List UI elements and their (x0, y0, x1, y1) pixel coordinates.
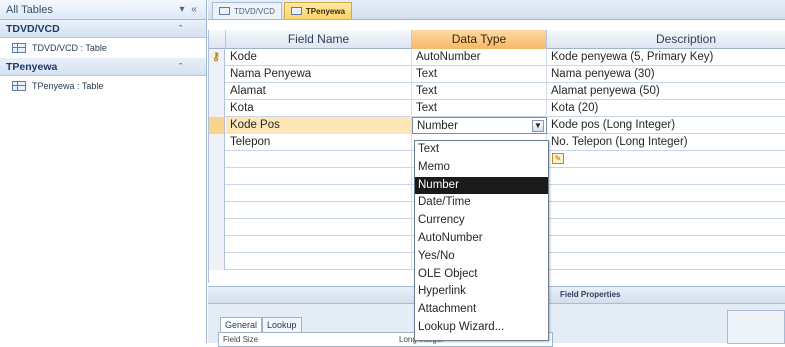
builder-icon[interactable]: ✎ (552, 153, 564, 165)
header-field-name[interactable]: Field Name (226, 30, 412, 49)
nav-group-tpenyewa[interactable]: TPenyewa ˆ (0, 58, 206, 76)
field-name-cell[interactable] (226, 236, 412, 253)
field-name-cell[interactable]: Alamat (226, 83, 412, 100)
data-type-cell[interactable]: Text (412, 66, 547, 83)
grid-header: Field Name Data Type Description (209, 30, 785, 49)
field-properties-title: Field Properties (560, 290, 621, 299)
row-selector[interactable] (209, 185, 225, 202)
collapse-pane-icon[interactable]: « (188, 4, 200, 15)
dropdown-option[interactable]: Attachment (415, 301, 548, 319)
nav-menu-icon[interactable]: ▾ (176, 4, 188, 15)
row-selector[interactable] (209, 151, 225, 168)
chevron-up-icon[interactable]: ˆ (179, 62, 182, 72)
property-help-box (727, 310, 785, 344)
field-name-cell[interactable] (226, 219, 412, 236)
dropdown-option[interactable]: Yes/No (415, 248, 548, 266)
description-cell[interactable] (547, 185, 785, 202)
description-cell[interactable] (547, 202, 785, 219)
dropdown-option[interactable]: AutoNumber (415, 230, 548, 248)
description-cell[interactable] (547, 236, 785, 253)
row-selector[interactable] (209, 117, 225, 134)
description-cell[interactable]: Alamat penyewa (50) (547, 83, 785, 100)
data-type-value: Number (417, 120, 458, 132)
row-selector[interactable]: ⚷ (209, 49, 225, 66)
nav-group-title: TPenyewa (6, 60, 58, 73)
tab-lookup[interactable]: Lookup (262, 317, 302, 332)
header-data-type[interactable]: Data Type (412, 30, 547, 49)
description-cell[interactable] (547, 253, 785, 270)
dropdown-arrow-icon[interactable]: ▼ (532, 120, 544, 132)
description-cell[interactable] (547, 168, 785, 185)
data-type-cell[interactable]: Text (412, 83, 547, 100)
primary-key-icon: ⚷ (212, 51, 221, 63)
row-selector[interactable] (209, 66, 225, 83)
row-selector[interactable] (209, 202, 225, 219)
table-icon (12, 81, 26, 91)
data-type-combobox[interactable]: Number ▼ (412, 117, 547, 134)
tab-general[interactable]: General (220, 317, 263, 332)
tab-label: TDVD/VCD (234, 6, 275, 16)
data-type-cell[interactable]: AutoNumber (412, 49, 547, 66)
tab-tpenyewa[interactable]: TPenyewa (283, 2, 353, 19)
row-selector[interactable] (209, 83, 225, 100)
nav-item-tdvd-table[interactable]: TDVD/VCD : Table (0, 38, 206, 58)
field-name-cell[interactable] (226, 202, 412, 219)
field-name-cell[interactable]: Kode Pos (226, 117, 412, 134)
row-selector[interactable] (209, 219, 225, 236)
field-name-cell[interactable] (226, 168, 412, 185)
row-selector[interactable] (209, 168, 225, 185)
description-cell[interactable]: ✎ (547, 151, 785, 168)
row-selector[interactable] (209, 134, 225, 151)
nav-item-label: TPenyewa : Table (32, 81, 104, 91)
nav-item-label: TDVD/VCD : Table (32, 43, 107, 53)
table-row[interactable]: Kota Text Kota (20) (209, 100, 785, 117)
dropdown-option[interactable]: Lookup Wizard... (415, 319, 548, 337)
description-cell[interactable]: Nama penyewa (30) (547, 66, 785, 83)
data-type-cell[interactable]: Text (412, 100, 547, 117)
table-row[interactable]: ⚷ Kode AutoNumber Kode penyewa (5, Prima… (209, 49, 785, 66)
nav-group-tdvd[interactable]: TDVD/VCD ˆ (0, 20, 206, 38)
description-cell[interactable]: Kode penyewa (5, Primary Key) (547, 49, 785, 66)
field-name-cell[interactable] (226, 151, 412, 168)
description-cell[interactable]: Kode pos (Long Integer) (547, 117, 785, 134)
data-type-dropdown-list[interactable]: Text Memo Number Date/Time Currency Auto… (414, 140, 549, 341)
dropdown-option[interactable]: Currency (415, 212, 548, 230)
nav-header-title: All Tables (6, 3, 53, 16)
description-cell[interactable] (547, 219, 785, 236)
document-tabs: TDVD/VCD TPenyewa (208, 0, 785, 20)
field-name-cell[interactable] (226, 185, 412, 202)
field-name-cell[interactable]: Kota (226, 100, 412, 117)
header-description[interactable]: Description (547, 30, 785, 49)
table-icon (219, 7, 230, 15)
row-selector[interactable] (209, 236, 225, 253)
table-icon (12, 43, 26, 53)
dropdown-option[interactable]: Date/Time (415, 194, 548, 212)
field-name-cell[interactable]: Nama Penyewa (226, 66, 412, 83)
dropdown-option-selected[interactable]: Number (415, 176, 548, 195)
tab-label: TPenyewa (305, 6, 346, 16)
chevron-up-icon[interactable]: ˆ (179, 24, 182, 34)
field-name-cell[interactable]: Kode (226, 49, 412, 66)
navigation-pane: All Tables ▾ « TDVD/VCD ˆ TDVD/VCD : Tab… (0, 0, 207, 343)
row-selector[interactable] (209, 100, 225, 117)
tab-tdvd-vcd[interactable]: TDVD/VCD (212, 2, 282, 19)
dropdown-option[interactable]: OLE Object (415, 266, 548, 284)
row-selector[interactable] (209, 253, 225, 270)
dropdown-option[interactable]: Text (415, 141, 548, 159)
field-name-cell[interactable] (226, 253, 412, 270)
description-cell[interactable]: No. Telepon (Long Integer) (547, 134, 785, 151)
nav-item-tpenyewa-table[interactable]: TPenyewa : Table (0, 76, 206, 96)
dropdown-option[interactable]: Hyperlink (415, 283, 548, 301)
table-icon (290, 7, 302, 15)
dropdown-option[interactable]: Memo (415, 159, 548, 177)
table-row-current[interactable]: Kode Pos Number ▼ Kode pos (Long Integer… (209, 117, 785, 134)
nav-header[interactable]: All Tables ▾ « (0, 0, 206, 20)
description-cell[interactable]: Kota (20) (547, 100, 785, 117)
table-row[interactable]: Alamat Text Alamat penyewa (50) (209, 83, 785, 100)
select-all-corner[interactable] (209, 30, 226, 49)
table-row[interactable]: Nama Penyewa Text Nama penyewa (30) (209, 66, 785, 83)
nav-group-title: TDVD/VCD (6, 22, 60, 35)
field-name-cell[interactable]: Telepon (226, 134, 412, 151)
